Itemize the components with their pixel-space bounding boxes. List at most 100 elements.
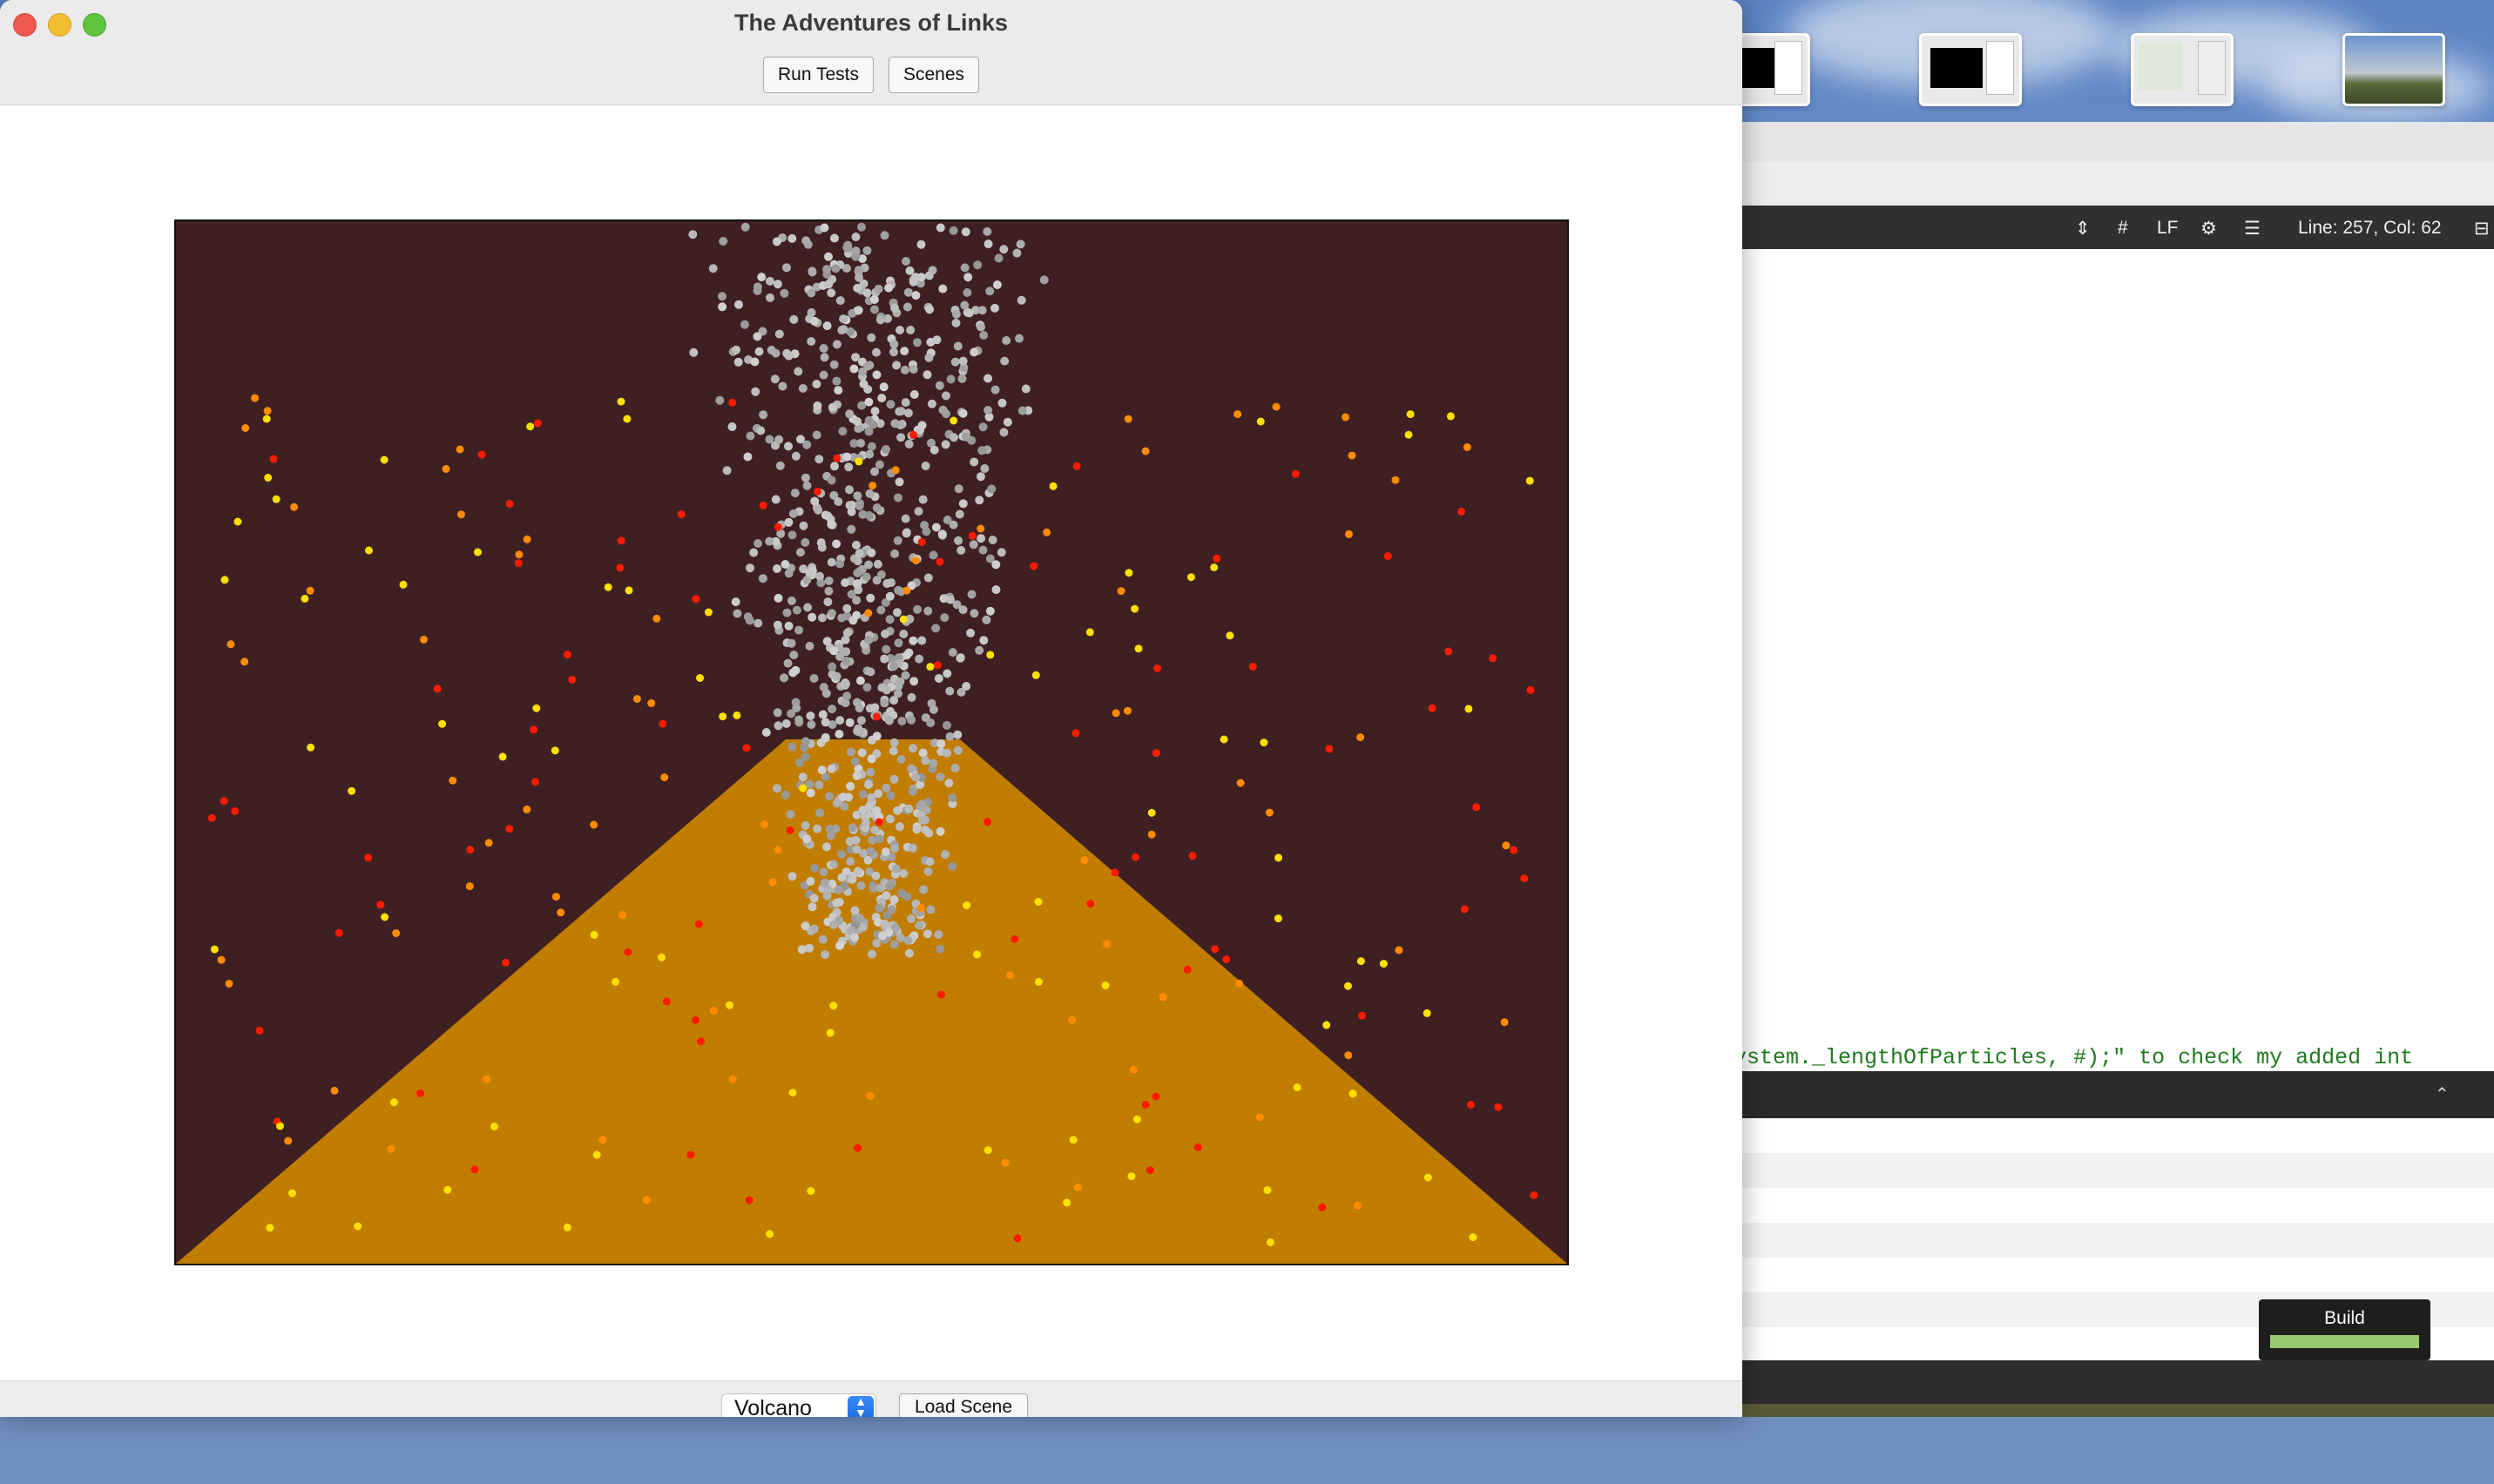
smoke-particle	[895, 822, 904, 832]
smoke-particle	[864, 635, 874, 644]
smoke-particle	[958, 356, 968, 366]
smoke-particle	[808, 902, 817, 912]
scene-select[interactable]: Volcano ▲ ▼	[721, 1393, 876, 1417]
smoke-particle	[759, 410, 768, 420]
line-ending-indicator[interactable]: LF	[2157, 218, 2179, 239]
smoke-particle	[891, 864, 901, 874]
collapse-chevron-icon[interactable]: ⌃	[2435, 1083, 2450, 1105]
ember-particle	[728, 398, 737, 407]
sort-stepper-icon[interactable]: ⇕	[2075, 218, 2091, 239]
smoke-particle	[829, 646, 839, 656]
hash-indicator[interactable]: #	[2118, 218, 2128, 239]
smoke-particle	[853, 417, 862, 426]
smoke-particle	[926, 905, 936, 914]
smoke-particle	[781, 560, 790, 569]
smoke-particle	[789, 651, 799, 660]
smoke-particle	[914, 507, 923, 516]
smoke-particle	[909, 744, 917, 753]
ember-particle	[625, 586, 633, 595]
ember-particle	[696, 1037, 705, 1046]
ember-particle	[1010, 934, 1019, 943]
document-icon[interactable]: ☰	[2244, 218, 2261, 239]
ember-particle	[1072, 462, 1081, 470]
smoke-particle	[936, 772, 945, 781]
ember-particle	[484, 839, 493, 847]
smoke-particle	[774, 329, 784, 339]
smoke-particle	[822, 891, 832, 901]
ember-particle	[1183, 965, 1192, 974]
ember-particle	[1147, 830, 1156, 839]
ember-particle	[709, 1007, 718, 1015]
smoke-particle	[773, 784, 781, 793]
smoke-particle	[823, 511, 833, 521]
smoke-particle	[977, 472, 985, 482]
ember-particle	[891, 466, 900, 475]
smoke-particle	[964, 308, 974, 318]
ember-particle	[934, 661, 942, 670]
ember-particle	[1134, 644, 1143, 653]
smoke-particle	[789, 314, 799, 324]
load-scene-button[interactable]: Load Scene	[899, 1393, 1028, 1417]
smoke-particle	[1012, 248, 1022, 258]
window-thumbnail[interactable]	[2342, 33, 2445, 106]
smoke-particle	[905, 266, 915, 275]
ember-particle	[968, 531, 977, 540]
smoke-particle	[835, 296, 845, 306]
smoke-particle	[773, 280, 782, 289]
smoke-particle	[850, 757, 860, 766]
ember-particle	[387, 1144, 395, 1153]
smoke-particle	[852, 771, 862, 780]
smoke-particle	[1015, 334, 1024, 343]
smoke-particle	[936, 826, 945, 836]
scenes-button[interactable]: Scenes	[889, 57, 979, 93]
smoke-particle	[854, 266, 863, 275]
smoke-particle	[834, 885, 843, 894]
smoke-particle	[865, 449, 875, 459]
smoke-particle	[872, 939, 882, 948]
ember-particle	[557, 908, 565, 917]
smoke-particle	[962, 432, 971, 442]
smoke-particle	[839, 314, 848, 324]
encoding-icon[interactable]: ⚙	[2200, 218, 2217, 239]
smoke-particle	[852, 610, 862, 620]
smoke-particle	[929, 759, 938, 768]
ember-particle	[694, 920, 703, 928]
ember-particle	[617, 536, 625, 545]
ember-particle	[1293, 1083, 1301, 1092]
smoke-particle	[733, 609, 742, 618]
ember-particle	[659, 719, 667, 728]
ember-particle	[742, 744, 751, 752]
smoke-particle	[886, 791, 896, 800]
smoke-particle	[917, 636, 927, 645]
smoke-particle	[911, 273, 921, 282]
scene-canvas[interactable]	[174, 219, 1569, 1265]
ember-particle	[1423, 1173, 1432, 1182]
smoke-particle	[901, 398, 910, 408]
smoke-particle	[835, 915, 844, 925]
smoke-particle	[966, 628, 976, 637]
smoke-particle	[904, 804, 914, 813]
ember-particle	[1235, 979, 1243, 988]
smoke-particle	[822, 265, 832, 274]
smoke-particle	[756, 426, 766, 435]
smoke-particle	[806, 712, 815, 720]
smoke-particle	[819, 683, 828, 692]
split-view-icon[interactable]: ⊟	[2474, 218, 2490, 239]
smoke-particle	[882, 445, 890, 454]
ember-particle	[1213, 554, 1221, 563]
smoke-particle	[893, 536, 902, 545]
ember-particle	[617, 397, 625, 406]
smoke-particle	[873, 559, 882, 569]
ember-particle	[916, 904, 925, 912]
smoke-particle	[958, 605, 968, 615]
ember-particle	[251, 394, 260, 402]
smoke-particle	[838, 427, 848, 436]
run-tests-button[interactable]: Run Tests	[763, 57, 874, 93]
ember-particle	[1263, 1186, 1272, 1195]
smoke-particle	[921, 825, 930, 834]
ember-particle	[515, 550, 524, 559]
smoke-particle	[990, 303, 999, 313]
ember-particle	[1085, 628, 1094, 637]
window-thumbnail[interactable]	[1919, 33, 2022, 106]
window-thumbnail[interactable]	[2131, 33, 2234, 106]
